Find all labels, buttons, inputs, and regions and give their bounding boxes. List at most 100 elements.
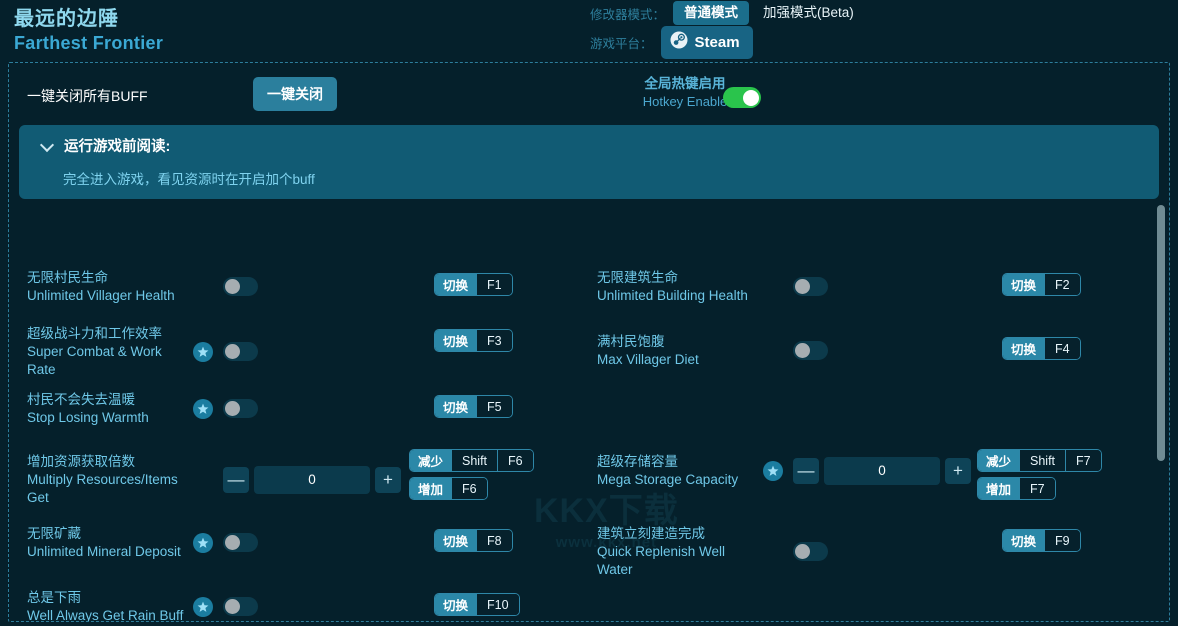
hotkey-action: 切换 [1003,274,1045,295]
cheat-labels: 无限村民生命 Unlimited Villager Health [27,269,187,305]
hotkey-chip[interactable]: 切换 F3 [434,329,513,352]
cheat-labels: 总是下雨 Well Always Get Rain Buff [27,589,187,621]
hotkey-chip[interactable]: 切换 F9 [1002,529,1081,552]
stepper-decrement-button[interactable]: — [223,466,249,493]
hotkey-key: F2 [1044,274,1080,295]
scrollbar[interactable] [1157,205,1165,621]
toggle-knob [225,344,240,360]
cheat-toggle[interactable] [223,533,258,553]
cheat-toggle[interactable] [223,342,258,362]
hotkey-action: 切换 [435,530,477,551]
hotkey-key: F9 [1044,530,1080,551]
toggle-knob [225,279,240,295]
hotkey-key: F5 [476,396,512,417]
hotkey-chip[interactable]: 增加 F7 [977,477,1056,500]
cheat-labels: 无限矿藏 Unlimited Mineral Deposit [27,525,187,561]
cheat-toggle[interactable] [793,277,828,297]
cheat-name-zh: 无限村民生命 [27,270,108,285]
cheat-name-zh: 增加资源获取倍数 [27,454,135,469]
cheat-labels: 超级存储容量 Mega Storage Capacity [597,453,757,489]
cheat-name-zh: 建筑立刻建造完成 [597,526,705,541]
mode-beta-button[interactable]: 加强模式(Beta) [749,1,865,25]
cheat-name-zh: 超级存储容量 [597,454,678,469]
hotkey-key: F1 [476,274,512,295]
hotkey-group: 减少 Shift F7 增加 F7 [977,449,1102,500]
close-all-buffs-button[interactable]: 一键关闭 [253,77,337,111]
stepper-decrement-button[interactable]: — [793,457,819,484]
stepper-value[interactable]: 0 [254,465,370,494]
hotkey-action: 切换 [435,330,477,351]
notice-title: 运行游戏前阅读: [64,139,171,155]
hotkey-enable-toggle[interactable] [723,87,761,108]
hotkey-key: F4 [1044,338,1080,359]
scrollbar-thumb[interactable] [1157,205,1165,461]
hotkey-key: F7 [1019,478,1055,499]
toggle-knob [225,599,240,615]
cheat-row: 无限建筑生命 Unlimited Building Health [597,269,1169,305]
favorite-star-icon[interactable] [193,596,213,617]
hotkey-chip[interactable]: 减少 Shift F6 [409,449,534,472]
hotkey-group: 切换 F5 [434,395,513,418]
pre-run-notice[interactable]: 运行游戏前阅读: 完全进入游戏，看见资源时在开启加个buff [19,125,1159,199]
hotkey-chip[interactable]: 增加 F6 [409,477,488,500]
hotkey-key: Shift [451,450,498,471]
favorite-star-icon[interactable] [193,532,213,553]
stepper-increment-button[interactable]: + [945,457,971,484]
toggle-knob [795,279,810,295]
hotkey-group: 切换 F10 [434,593,520,616]
hotkey-key: F6 [497,450,533,471]
hotkey-key: F8 [476,530,512,551]
cheat-name-zh: 无限矿藏 [27,526,81,541]
hotkey-action: 切换 [435,594,477,615]
hotkey-chip[interactable]: 切换 F4 [1002,337,1081,360]
hotkey-group: 切换 F2 [1002,273,1081,296]
hotkey-group: 切换 F8 [434,529,513,552]
notice-body: 完全进入游戏，看见资源时在开启加个buff [63,172,315,187]
cheat-toggle[interactable] [793,341,828,361]
hotkey-chip[interactable]: 切换 F1 [434,273,513,296]
content-panel: 一键关闭所有BUFF 一键关闭 全局热键启用 Hotkey Enable 运行游… [8,62,1170,622]
steam-icon [670,31,688,54]
mode-normal-button[interactable]: 普通模式 [673,1,750,25]
cheat-row: 建筑立刻建造完成 Quick Replenish Well Water [597,525,1169,579]
favorite-star-icon[interactable] [193,398,213,419]
platform-row: 游戏平台： Steam [590,25,753,59]
hotkey-chip[interactable]: 切换 F10 [434,593,520,616]
cheat-name-en: Stop Losing Warmth [27,409,149,425]
cheat-row: 满村民饱腹 Max Villager Diet [597,333,1169,369]
hotkey-group: 切换 F1 [434,273,513,296]
cheat-toggle[interactable] [793,542,828,562]
platform-name: Steam [694,33,740,51]
cheat-labels: 村民不会失去温暖 Stop Losing Warmth [27,391,187,427]
hotkey-chip[interactable]: 减少 Shift F7 [977,449,1102,472]
hotkey-group: 切换 F3 [434,329,513,352]
favorite-star-icon[interactable] [193,341,213,362]
hotkey-action: 增加 [978,478,1020,499]
close-all-buffs-label: 一键关闭所有BUFF [27,88,148,104]
hotkey-chip[interactable]: 切换 F2 [1002,273,1081,296]
cheat-toggle[interactable] [223,399,258,419]
hotkey-chip[interactable]: 切换 F5 [434,395,513,418]
toggle-knob [225,535,240,551]
stepper-value[interactable]: 0 [824,456,940,485]
cheat-toggle[interactable] [223,597,258,617]
stepper-increment-button[interactable]: + [375,466,401,493]
cheat-labels: 增加资源获取倍数 Multiply Resources/Items Get [27,453,187,507]
cheat-labels: 超级战斗力和工作效率 Super Combat & Work Rate [27,325,187,379]
hotkey-group: 切换 F4 [1002,337,1081,360]
cheat-toggle[interactable] [223,277,258,297]
chevron-down-icon[interactable] [41,139,54,152]
cheat-name-zh: 村民不会失去温暖 [27,392,135,407]
cheat-name-en: Multiply Resources/Items Get [27,471,178,505]
notice-header[interactable]: 运行游戏前阅读: [41,135,170,156]
hotkey-action: 切换 [1003,338,1045,359]
hotkey-action: 切换 [435,396,477,417]
cheat-name-zh: 超级战斗力和工作效率 [27,326,162,341]
hotkey-chip[interactable]: 切换 F8 [434,529,513,552]
cheat-name-en: Quick Replenish Well Water [597,543,726,577]
favorite-star-icon[interactable] [763,460,783,481]
platform-steam-button[interactable]: Steam [660,25,753,59]
header: 最远的边陲 Farthest Frontier 修改器模式： 普通模式 加强模式… [0,0,1178,62]
cheat-stepper: —0 + [793,456,971,485]
cheat-name-en: Max Villager Diet [597,351,699,367]
